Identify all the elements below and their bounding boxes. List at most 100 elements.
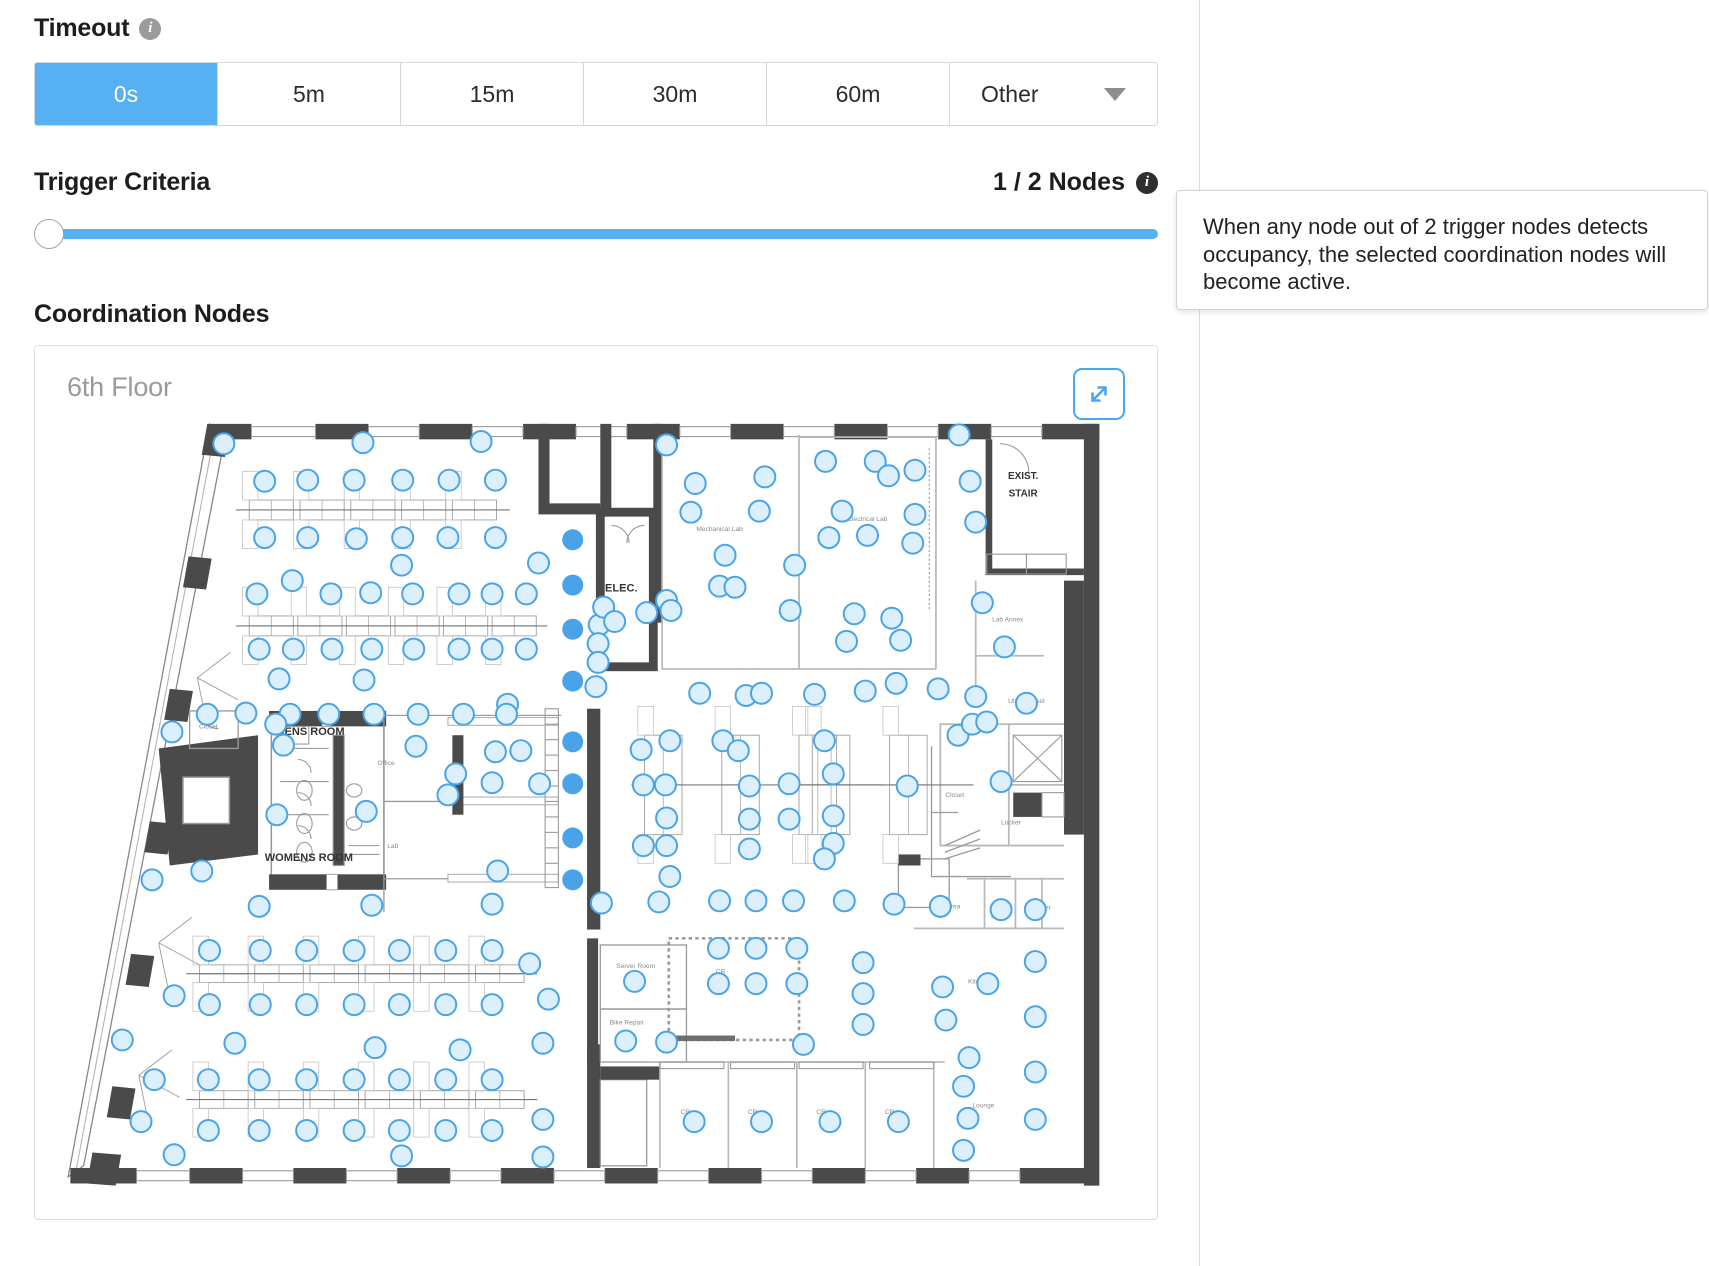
coordination-node[interactable] — [406, 702, 430, 726]
coordination-node[interactable] — [390, 1144, 414, 1168]
timeout-option-30m[interactable]: 30m — [584, 63, 767, 125]
coordination-node[interactable] — [317, 702, 341, 726]
coordination-node[interactable] — [387, 993, 411, 1017]
chevron-down-icon[interactable] — [1104, 87, 1126, 101]
coordination-node[interactable] — [856, 523, 879, 547]
coordination-node[interactable] — [342, 993, 366, 1017]
coordination-node[interactable] — [509, 739, 533, 763]
coordination-node[interactable] — [956, 1106, 980, 1130]
trigger-criteria-slider[interactable] — [34, 212, 1158, 256]
coordination-node[interactable] — [480, 993, 504, 1017]
coordination-node[interactable] — [362, 702, 386, 726]
coordination-node[interactable] — [527, 551, 550, 575]
coordination-node[interactable] — [212, 432, 236, 456]
coordination-node[interactable] — [821, 762, 845, 786]
coordination-node[interactable] — [817, 526, 841, 550]
coordination-node[interactable] — [934, 1008, 958, 1032]
coordination-node[interactable] — [989, 770, 1013, 794]
coordination-node[interactable] — [777, 807, 801, 831]
coordination-node[interactable] — [777, 772, 801, 796]
coordination-node[interactable] — [247, 1068, 271, 1092]
coordination-node[interactable] — [486, 859, 510, 883]
coordination-node[interactable] — [750, 681, 773, 705]
coordination-node-selected[interactable] — [562, 773, 584, 795]
coordination-node[interactable] — [655, 806, 679, 830]
coordination-node[interactable] — [267, 667, 291, 691]
coordination-node[interactable] — [234, 701, 258, 725]
coordination-node[interactable] — [447, 637, 471, 661]
coordination-node[interactable] — [469, 430, 493, 454]
coordination-node[interactable] — [884, 671, 908, 695]
coordination-node[interactable] — [778, 598, 802, 622]
coordination-node[interactable] — [603, 610, 627, 633]
coordination-node[interactable] — [245, 582, 269, 606]
coordination-node[interactable] — [248, 993, 272, 1017]
coordination-node[interactable] — [129, 1110, 153, 1134]
coordination-node[interactable] — [480, 1068, 504, 1092]
coordination-node-selected[interactable] — [562, 670, 584, 692]
coordination-node[interactable] — [931, 975, 955, 999]
coordination-node[interactable] — [903, 458, 927, 482]
coordination-node[interactable] — [1014, 691, 1038, 715]
coordination-node[interactable] — [737, 837, 761, 861]
coordination-node[interactable] — [480, 1118, 504, 1142]
coordination-node[interactable] — [483, 468, 507, 492]
timeout-option-60m[interactable]: 60m — [767, 63, 950, 125]
coordination-node-selected[interactable] — [562, 618, 584, 640]
floorplan-svg[interactable]: EXIST.STAIRELEC.MENS ROOMWOMENS ROOMMech… — [35, 404, 1158, 1220]
coordination-node[interactable] — [882, 892, 906, 916]
coordination-node[interactable] — [296, 468, 320, 492]
coordination-node[interactable] — [390, 553, 414, 577]
coordination-node[interactable] — [391, 468, 415, 492]
coordination-node[interactable] — [480, 771, 504, 795]
coordination-node[interactable] — [584, 675, 608, 699]
coordination-node[interactable] — [782, 889, 806, 913]
coordination-node[interactable] — [851, 951, 875, 975]
coordination-node[interactable] — [713, 543, 737, 567]
coordination-node[interactable] — [434, 993, 458, 1017]
timeout-option-0s[interactable]: 0s — [35, 63, 218, 125]
coordination-node[interactable] — [319, 582, 343, 606]
coordination-node[interactable] — [992, 635, 1016, 659]
coordination-node[interactable] — [1023, 1005, 1047, 1029]
coordination-node[interactable] — [737, 774, 761, 798]
coordination-node[interactable] — [783, 553, 807, 577]
coordination-node[interactable] — [247, 637, 271, 661]
coordination-node[interactable] — [812, 729, 836, 753]
coordination-node[interactable] — [655, 433, 679, 457]
coordination-node[interactable] — [589, 891, 613, 915]
coordination-node[interactable] — [295, 1068, 319, 1092]
coordination-node[interactable] — [901, 531, 925, 555]
coordination-node[interactable] — [737, 807, 761, 831]
coordination-node[interactable] — [295, 1118, 319, 1142]
coordination-node[interactable] — [354, 799, 378, 823]
coordination-node[interactable] — [708, 889, 732, 913]
coordination-node[interactable] — [360, 893, 384, 917]
coordination-node[interactable] — [265, 803, 289, 827]
coordination-node[interactable] — [785, 936, 809, 960]
coordination-node[interactable] — [744, 889, 768, 913]
coordination-node[interactable] — [197, 939, 221, 962]
coordination-node[interactable] — [830, 499, 854, 523]
coordination-node[interactable] — [248, 939, 272, 962]
coordination-node[interactable] — [480, 582, 504, 606]
coordination-node[interactable] — [706, 972, 730, 996]
coordination-node[interactable] — [531, 1107, 555, 1131]
coordination-node[interactable] — [952, 1138, 976, 1162]
coordination-node[interactable] — [1023, 1060, 1047, 1084]
coordination-node[interactable] — [614, 1029, 638, 1053]
coordination-node[interactable] — [744, 936, 768, 960]
coordination-node[interactable] — [975, 710, 999, 734]
coordination-node[interactable] — [162, 984, 186, 1008]
coordination-node[interactable] — [706, 936, 730, 960]
timeout-option-5m[interactable]: 5m — [218, 63, 401, 125]
coordination-node[interactable] — [295, 993, 319, 1017]
coordination-node[interactable] — [253, 526, 277, 550]
coordination-node[interactable] — [926, 677, 950, 701]
coordination-node[interactable] — [832, 889, 856, 913]
coordination-node[interactable] — [514, 582, 538, 606]
coordination-node[interactable] — [842, 602, 866, 626]
coordination-node[interactable] — [342, 468, 366, 492]
coordination-node[interactable] — [635, 601, 659, 625]
coordination-node[interactable] — [448, 1038, 472, 1062]
